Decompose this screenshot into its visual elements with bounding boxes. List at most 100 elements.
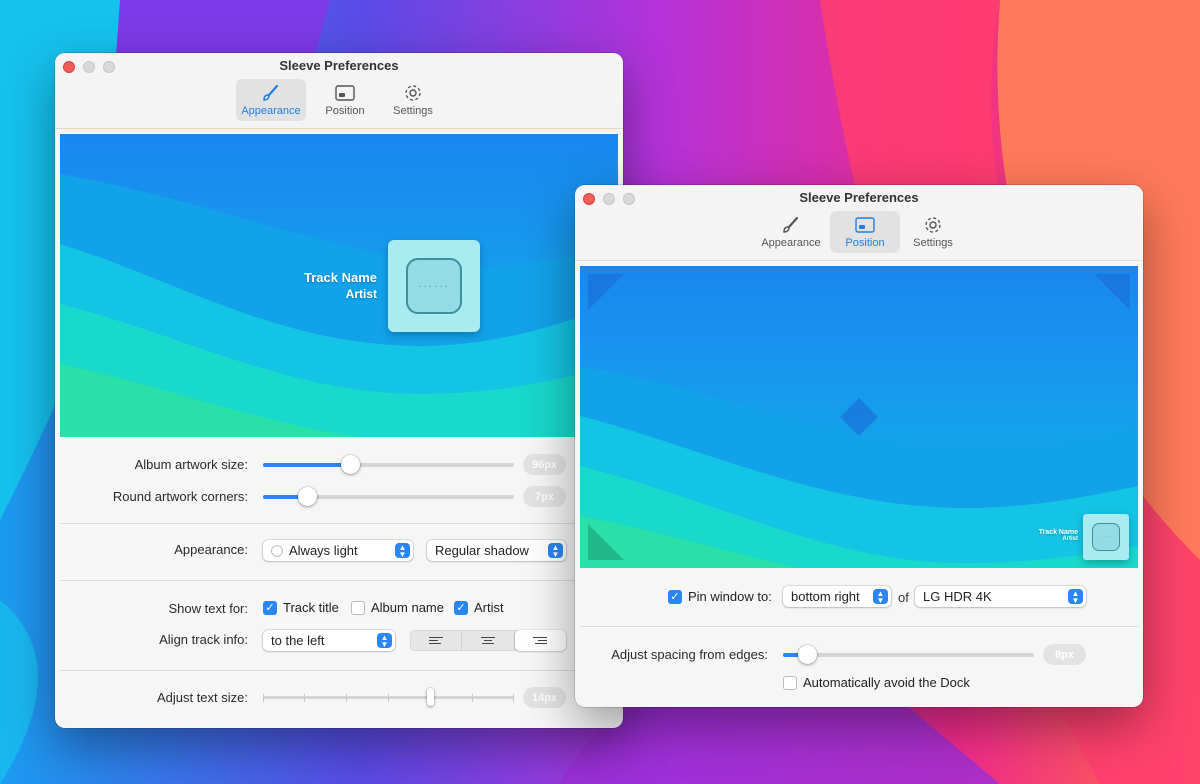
paintbrush-icon [263, 84, 279, 101]
spacing-value: 8px [1043, 644, 1086, 665]
avoid-dock-checkbox[interactable]: Automatically avoid the Dock [783, 675, 970, 690]
tab-position-label: Position [845, 236, 885, 249]
shadow-value: Regular shadow [435, 543, 529, 558]
preview-artist: Artist [1062, 536, 1078, 542]
align-left-icon [428, 636, 443, 646]
artwork-placeholder-icon: ··· [1092, 523, 1120, 551]
display-popup[interactable]: LG HDR 4K ▲ ▼ [915, 586, 1086, 607]
appearance-mode-value: Always light [289, 543, 358, 558]
tab-appearance-label: Appearance [761, 236, 821, 249]
divider [580, 626, 1138, 627]
checkmark-icon: ✓ [454, 600, 468, 615]
checkbox-empty-icon [783, 675, 797, 690]
gear-icon [405, 84, 421, 101]
spacing-slider[interactable] [783, 645, 1034, 664]
avoid-dock-label: Automatically avoid the Dock [803, 675, 970, 690]
position-preview: Track Name Artist ··· [580, 266, 1138, 568]
window-title: Sleeve Preferences [279, 58, 399, 73]
divider [60, 580, 618, 581]
align-center-icon [480, 636, 495, 646]
track-title-checkbox[interactable]: ✓ Track title [263, 600, 339, 615]
align-info-value: to the left [271, 633, 325, 648]
artwork-placeholder-icon: ······ [406, 258, 462, 314]
text-size-value: 14px [523, 687, 566, 708]
appearance-label: Appearance: [174, 542, 248, 557]
checkbox-empty-icon [351, 600, 365, 615]
tab-settings-label: Settings [393, 104, 433, 117]
tab-position[interactable]: Position [310, 79, 380, 121]
align-right-button[interactable] [514, 630, 566, 651]
preview-artwork: ······ [388, 240, 480, 332]
gear-icon [925, 216, 941, 233]
divider [60, 670, 618, 671]
slider-ticks [263, 694, 514, 702]
window-position-icon [335, 84, 355, 101]
checkmark-icon: ✓ [263, 600, 277, 615]
tab-settings-label: Settings [913, 236, 953, 249]
pin-corner-popup[interactable]: bottom right ▲ ▼ [783, 586, 891, 607]
artist-label: Artist [474, 600, 504, 615]
window-position-icon [855, 216, 875, 233]
artwork-size-label: Album artwork size: [134, 457, 248, 472]
paintbrush-icon [783, 216, 799, 233]
tab-position[interactable]: Position [830, 211, 900, 253]
align-info-label: Align track info: [159, 632, 248, 647]
text-size-label: Adjust text size: [156, 690, 248, 705]
title-bar[interactable]: Sleeve Preferences Appearance Position S… [575, 185, 1143, 261]
checkmark-icon: ✓ [668, 589, 682, 604]
divider [60, 523, 618, 524]
text-size-knob[interactable] [427, 688, 434, 706]
preferences-toolbar: Appearance Position Settings [575, 211, 1143, 253]
tab-appearance[interactable]: Appearance [236, 79, 306, 121]
align-left-button[interactable] [410, 630, 463, 651]
artwork-size-knob[interactable] [341, 455, 360, 474]
round-corners-knob[interactable] [298, 487, 317, 506]
artwork-size-value: 96px [523, 454, 566, 475]
album-name-label: Album name [371, 600, 444, 615]
align-info-popup[interactable]: to the left ▲ ▼ [263, 630, 395, 651]
alignment-segmented-control [410, 630, 566, 651]
preferences-window-position: Sleeve Preferences Appearance Position S… [575, 185, 1143, 707]
preview-wallpaper [580, 266, 1138, 568]
light-mode-icon [271, 544, 283, 557]
track-title-label: Track title [283, 600, 339, 615]
pin-window-checkbox[interactable]: ✓ Pin window to: [668, 589, 772, 604]
preview-track-name: Track Name [304, 270, 377, 285]
preview-artist: Artist [345, 287, 377, 301]
popup-arrows-icon: ▲ ▼ [377, 633, 392, 648]
window-title: Sleeve Preferences [799, 190, 919, 205]
preferences-window-appearance: Sleeve Preferences Appearance Position S… [55, 53, 623, 728]
tab-appearance[interactable]: Appearance [756, 211, 826, 253]
tab-settings[interactable]: Settings [904, 211, 962, 253]
shadow-popup[interactable]: Regular shadow ▲ ▼ [427, 540, 566, 561]
align-right-icon [533, 636, 548, 646]
preferences-toolbar: Appearance Position Settings [55, 79, 623, 121]
tab-position-label: Position [325, 104, 365, 117]
round-corners-label: Round artwork corners: [112, 489, 248, 504]
popup-arrows-icon: ▲ ▼ [1068, 589, 1083, 604]
popup-arrows-icon: ▲ ▼ [395, 543, 410, 558]
spacing-label: Adjust spacing from edges: [611, 647, 768, 662]
round-corners-value: 7px [523, 486, 566, 507]
appearance-mode-popup[interactable]: Always light ▲ ▼ [263, 540, 413, 561]
pin-window-label: Pin window to: [688, 589, 772, 604]
popup-arrows-icon: ▲ ▼ [548, 543, 563, 558]
preview-track-name: Track Name [1038, 529, 1078, 536]
artist-checkbox[interactable]: ✓ Artist [454, 600, 504, 615]
text-size-slider[interactable] [263, 688, 514, 706]
title-bar[interactable]: Sleeve Preferences Appearance Position S… [55, 53, 623, 129]
appearance-preview: Track Name Artist ······ [60, 134, 618, 437]
display-value: LG HDR 4K [923, 589, 992, 604]
album-name-checkbox[interactable]: Album name [351, 600, 444, 615]
artwork-size-slider[interactable] [263, 455, 514, 474]
show-text-label: Show text for: [168, 601, 248, 616]
tab-settings[interactable]: Settings [384, 79, 442, 121]
align-center-button[interactable] [462, 630, 515, 651]
of-label: of [898, 590, 909, 605]
round-corners-slider[interactable] [263, 487, 514, 506]
popup-arrows-icon: ▲ ▼ [873, 589, 888, 604]
pin-corner-value: bottom right [791, 589, 860, 604]
spacing-knob[interactable] [798, 645, 817, 664]
preview-artwork: ··· [1083, 514, 1129, 560]
tab-appearance-label: Appearance [241, 104, 301, 117]
